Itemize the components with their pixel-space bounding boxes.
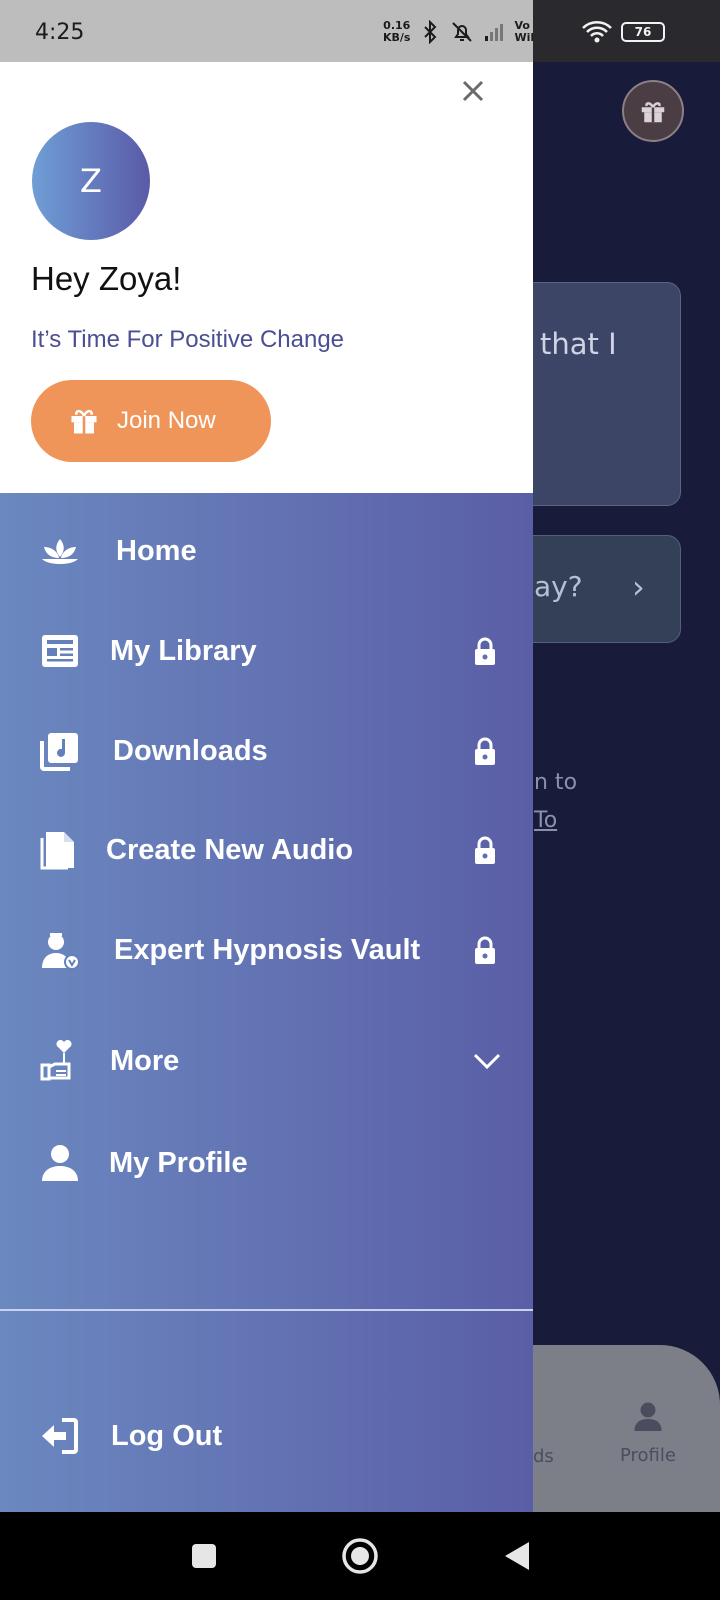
profile-icon bbox=[634, 1402, 662, 1431]
menu-label-home: Home bbox=[116, 534, 197, 567]
menu-label-more: More bbox=[110, 1044, 180, 1077]
home-button[interactable] bbox=[340, 1536, 380, 1576]
tagline: It’s Time For Positive Change bbox=[31, 326, 345, 353]
lock-icon bbox=[475, 737, 495, 765]
bell-off-icon bbox=[452, 22, 473, 42]
drawer-header: Z Hey Zoya! It’s Time For Positive Chang… bbox=[0, 62, 533, 493]
person-icon bbox=[42, 1145, 78, 1181]
gift-button[interactable] bbox=[622, 80, 684, 142]
join-now-button[interactable]: Join Now bbox=[31, 380, 271, 462]
speed-unit: KB/s bbox=[383, 31, 411, 44]
recents-button[interactable] bbox=[184, 1536, 224, 1576]
logout-label: Log Out bbox=[111, 1419, 223, 1452]
navigation-drawer: Z Hey Zoya! It’s Time For Positive Chang… bbox=[0, 62, 533, 1512]
menu-item-my-library[interactable]: My Library bbox=[0, 616, 533, 686]
battery-icon: 76 bbox=[621, 22, 665, 42]
menu-label-create-new-audio: Create New Audio bbox=[106, 833, 354, 866]
background-bottom-nav bbox=[505, 1345, 720, 1515]
background-card-2-text: ay? bbox=[534, 570, 583, 603]
back-button[interactable] bbox=[496, 1536, 536, 1576]
status-bar-dimmed: 76 bbox=[533, 0, 720, 62]
background-text-line: n to bbox=[534, 770, 578, 795]
lock-icon bbox=[475, 637, 495, 665]
lotus-icon bbox=[42, 539, 78, 564]
network-speed: 0.16 KB/s bbox=[383, 20, 410, 44]
close-button[interactable] bbox=[458, 76, 488, 106]
system-nav-bar bbox=[0, 1512, 720, 1600]
join-now-label: Join Now bbox=[117, 407, 216, 434]
status-icons: 0.16 KB/s Vo WiFi bbox=[383, 18, 542, 46]
chevron-right-icon: › bbox=[632, 568, 645, 606]
logout-button[interactable]: Log Out bbox=[0, 1401, 533, 1471]
music-downloads-icon bbox=[40, 733, 78, 771]
library-icon bbox=[42, 635, 78, 667]
menu-label-expert-hypnosis-vault: Expert Hypnosis Vault bbox=[114, 933, 421, 966]
menu-item-more[interactable]: More bbox=[0, 1026, 533, 1096]
avatar[interactable]: Z bbox=[32, 122, 150, 240]
menu-item-downloads[interactable]: Downloads bbox=[0, 716, 533, 786]
expert-icon bbox=[42, 933, 80, 970]
menu-label-downloads: Downloads bbox=[113, 734, 268, 767]
signal-icon bbox=[485, 24, 504, 41]
lock-icon bbox=[475, 836, 495, 864]
menu-item-my-profile[interactable]: My Profile bbox=[0, 1128, 533, 1198]
greeting: Hey Zoya! bbox=[31, 260, 182, 297]
battery-level: 76 bbox=[634, 25, 652, 39]
wifi-icon bbox=[582, 21, 612, 43]
gift-icon bbox=[641, 102, 665, 123]
bluetooth-icon bbox=[424, 20, 437, 44]
status-time: 4:25 bbox=[35, 20, 85, 45]
menu-divider bbox=[0, 1309, 533, 1311]
document-icon bbox=[40, 832, 74, 870]
heart-hand-icon bbox=[40, 1039, 72, 1081]
background-link: To bbox=[534, 808, 558, 833]
background-card-text: that I bbox=[540, 327, 617, 361]
recents-icon bbox=[192, 1544, 216, 1568]
avatar-initial: Z bbox=[80, 162, 102, 200]
chevron-down-icon bbox=[473, 1053, 501, 1070]
menu-item-expert-hypnosis-vault[interactable]: Expert Hypnosis Vault bbox=[0, 915, 533, 985]
drawer-menu: Home My Library Downloads Create New Aud… bbox=[0, 493, 533, 1512]
close-icon bbox=[462, 80, 484, 102]
logout-icon bbox=[42, 1418, 78, 1454]
home-circle-icon bbox=[342, 1538, 378, 1574]
bottom-nav-item-partial: ds bbox=[533, 1446, 554, 1467]
back-icon bbox=[505, 1542, 529, 1570]
menu-item-create-new-audio[interactable]: Create New Audio bbox=[0, 815, 533, 885]
bottom-nav-profile[interactable]: Profile bbox=[620, 1445, 676, 1466]
menu-label-my-profile: My Profile bbox=[109, 1146, 248, 1179]
lock-icon bbox=[475, 936, 495, 964]
menu-item-home[interactable]: Home bbox=[0, 516, 533, 586]
gift-icon bbox=[71, 409, 97, 434]
menu-label-my-library: My Library bbox=[110, 634, 257, 667]
